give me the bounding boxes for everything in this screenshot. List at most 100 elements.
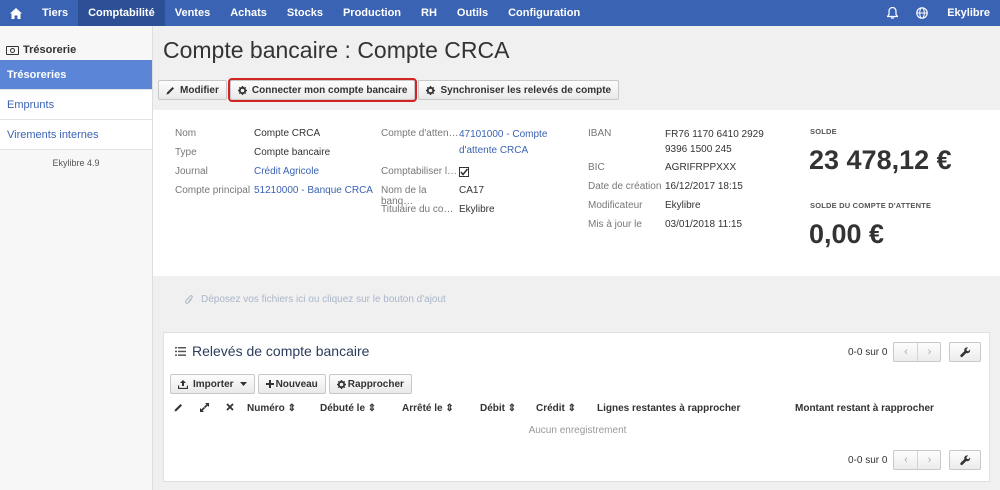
pager-next-button[interactable]: ›	[917, 343, 940, 361]
col-lignes-restantes: Lignes restantes à rapprocher	[597, 403, 741, 414]
statements-panel: Relevés de compte bancaire 0-0 sur 0 ‹ ›…	[163, 332, 990, 482]
sidebar-section-title: Trésorerie	[0, 26, 152, 60]
nav-configuration[interactable]: Configuration	[498, 0, 590, 26]
nav-production[interactable]: Production	[333, 0, 411, 26]
field-label: Nom	[175, 128, 197, 139]
col-arrete-le[interactable]: Arrêté le ⇕	[402, 403, 454, 414]
file-dropzone[interactable]: Déposez vos fichiers ici ou cliquez sur …	[153, 276, 1000, 326]
nav-tiers[interactable]: Tiers	[32, 0, 78, 26]
upload-icon	[178, 379, 188, 389]
compte-attente-link[interactable]: 47101000 - Compte d'attente CRCA	[459, 127, 559, 159]
pager-next-button[interactable]: ›	[917, 451, 940, 469]
field-label: Date de création	[588, 181, 662, 192]
pager-prev-button[interactable]: ‹	[894, 451, 917, 469]
modify-label: Modifier	[180, 84, 219, 96]
sidebar-section-label: Trésorerie	[23, 44, 77, 56]
field-value: Compte CRCA	[254, 128, 321, 139]
wrench-icon	[959, 346, 970, 357]
col-numero[interactable]: Numéro ⇕	[247, 403, 296, 414]
pager-count: 0-0 sur 0	[848, 454, 888, 466]
field-value: FR76 1170 6410 2929 9396 1500 245	[665, 129, 764, 155]
close-icon	[226, 403, 234, 411]
field-label: BIC	[588, 162, 605, 173]
account-details: Nom Compte CRCA Type Compte bancaire Jou…	[153, 110, 1000, 276]
field-bic: BIC AGRIFRPPXXX	[588, 162, 736, 173]
sidebar-item-emprunts[interactable]: Emprunts	[0, 90, 152, 120]
table-header: Numéro ⇕ Débuté le ⇕ Arrêté le ⇕ Débit ⇕…	[164, 403, 991, 419]
edit-column-icon	[174, 403, 183, 415]
pagination-top: 0-0 sur 0 ‹ ›	[848, 342, 942, 362]
main-content: Compte bancaire : Compte CRCA Modifier C…	[153, 26, 1000, 490]
nav-rh[interactable]: RH	[411, 0, 447, 26]
new-statement-button[interactable]: Nouveau	[257, 374, 326, 394]
top-navbar: Tiers Comptabilité Ventes Achats Stocks …	[0, 0, 1000, 26]
gear-icon	[336, 379, 346, 389]
language-button[interactable]	[907, 0, 937, 26]
table-settings-button[interactable]	[949, 342, 981, 362]
nav-achats[interactable]: Achats	[220, 0, 277, 26]
action-toolbar: Modifier Connecter mon compte bancaire S…	[158, 78, 620, 102]
connect-bank-label: Connecter mon compte bancaire	[251, 84, 408, 96]
gear-icon	[237, 85, 247, 95]
solde-attente-label: SOLDE DU COMPTE D'ATTENTE	[810, 201, 932, 210]
field-compte-principal: Compte principal 51210000 - Banque CRCA	[175, 185, 373, 196]
nav-comptabilite[interactable]: Comptabilité	[78, 0, 165, 26]
expand-column-icon	[200, 403, 209, 415]
pagination-bottom: 0-0 sur 0 ‹ ›	[848, 450, 942, 470]
notifications-button[interactable]	[877, 0, 907, 26]
gear-icon	[426, 85, 436, 95]
pencil-icon	[174, 404, 182, 412]
nav-outils[interactable]: Outils	[447, 0, 498, 26]
col-montant-restant: Montant restant à rapprocher	[795, 403, 934, 414]
modify-button[interactable]: Modifier	[158, 80, 227, 100]
expand-icon	[200, 403, 209, 412]
paperclip-icon	[185, 294, 193, 304]
field-label: Mis à jour le	[588, 219, 642, 230]
solde-value: 23 478,12 €	[809, 145, 952, 175]
sync-statements-label: Synchroniser les relevés de compte	[440, 84, 612, 96]
home-icon	[10, 7, 22, 19]
field-date-creation: Date de création 16/12/2017 18:15	[588, 181, 743, 192]
nav-stocks[interactable]: Stocks	[277, 0, 333, 26]
solde-label: SOLDE	[810, 127, 837, 136]
list-icon	[175, 347, 186, 356]
pager-buttons: ‹ ›	[893, 450, 942, 470]
col-credit[interactable]: Crédit ⇕	[536, 403, 576, 414]
reconcile-button[interactable]: Rapprocher	[328, 374, 412, 394]
field-journal: Journal Crédit Agricole	[175, 166, 319, 177]
home-button[interactable]	[0, 0, 32, 26]
sidebar-item-virements-internes[interactable]: Virements internes	[0, 120, 152, 150]
dropzone-text: Déposez vos fichiers ici ou cliquez sur …	[201, 294, 446, 305]
pencil-icon	[166, 86, 174, 94]
field-value: Ekylibre	[665, 200, 701, 211]
user-menu[interactable]: Ekylibre	[937, 0, 1000, 26]
connect-bank-button[interactable]: Connecter mon compte bancaire	[227, 78, 418, 102]
col-debit[interactable]: Débit ⇕	[480, 403, 516, 414]
sidebar-item-tresoreries[interactable]: Trésoreries	[0, 60, 152, 90]
field-value: 03/01/2018 11:15	[665, 219, 743, 230]
import-label: Importer	[193, 378, 234, 390]
app-version: Ekylibre 4.9	[52, 158, 100, 168]
solde-attente-value: 0,00 €	[809, 219, 885, 249]
sync-statements-button[interactable]: Synchroniser les relevés de compte	[418, 80, 620, 100]
pager-prev-button[interactable]: ‹	[894, 343, 917, 361]
empty-state: Aucun enregistrement	[528, 425, 627, 436]
field-titulaire: Titulaire du co… Ekylibre	[381, 204, 495, 215]
nav-ventes[interactable]: Ventes	[165, 0, 220, 26]
field-label: Type	[175, 147, 197, 158]
plus-icon	[265, 380, 274, 388]
field-type: Type Compte bancaire	[175, 147, 330, 158]
compte-principal-link[interactable]: 51210000 - Banque CRCA	[254, 185, 373, 196]
col-credit-label: Crédit	[536, 403, 565, 414]
field-modificateur: Modificateur Ekylibre	[588, 200, 701, 211]
col-arrete-le-label: Arrêté le	[402, 403, 443, 414]
col-debute-le[interactable]: Débuté le ⇕	[320, 403, 376, 414]
table-settings-button-bottom[interactable]	[949, 450, 981, 470]
pager-count: 0-0 sur 0	[848, 346, 888, 358]
checkbox-checked-icon	[459, 167, 469, 177]
field-label: Titulaire du co…	[381, 204, 454, 215]
import-dropdown-button[interactable]: Importer	[170, 374, 255, 394]
field-label: Modificateur	[588, 200, 643, 211]
field-nom: Nom Compte CRCA	[175, 128, 320, 139]
journal-link[interactable]: Crédit Agricole	[254, 166, 319, 177]
